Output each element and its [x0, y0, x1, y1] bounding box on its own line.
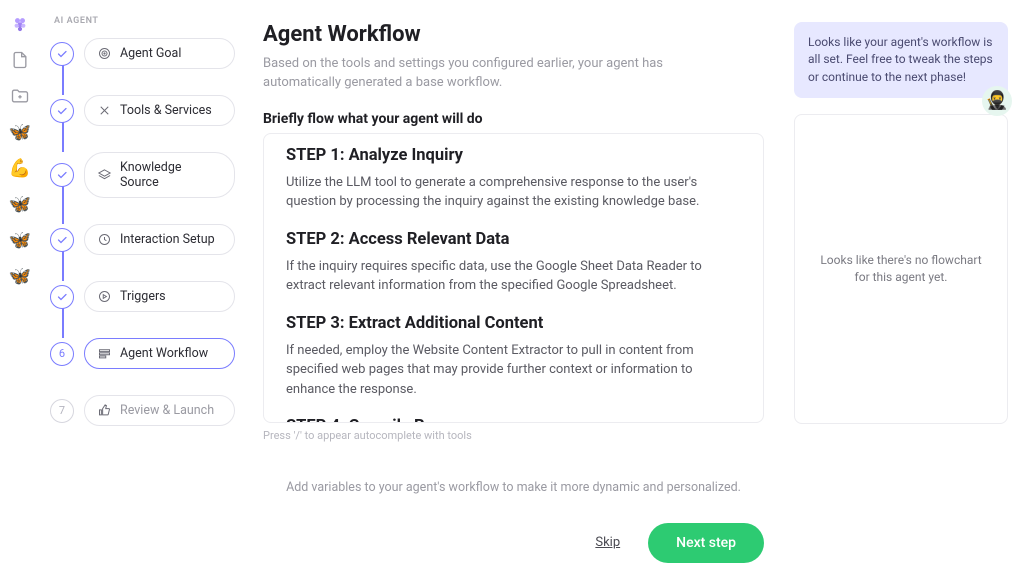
footer-actions: Skip Next step	[263, 523, 764, 583]
arm-icon[interactable]: 💪	[10, 158, 30, 178]
workflow-step-body: Utilize the LLM tool to generate a compr…	[286, 173, 717, 212]
right-panel: Looks like your agent's workflow is all …	[794, 0, 1024, 583]
workflow-step-title: STEP 4: Compile Response	[286, 417, 717, 423]
step-label: Knowledge Source	[120, 160, 222, 190]
folder-add-icon[interactable]	[10, 86, 30, 106]
butterfly-icon-3[interactable]: 🦋	[10, 230, 30, 250]
knowledge-icon	[97, 168, 112, 183]
tools-icon	[97, 103, 112, 118]
step-agent-workflow[interactable]: 6 Agent Workflow	[50, 338, 235, 369]
butterfly-icon-4[interactable]: 🦋	[10, 266, 30, 286]
step-check-icon	[50, 285, 74, 309]
page-title: Agent Workflow	[263, 22, 764, 47]
main-content: Agent Workflow Based on the tools and se…	[235, 0, 794, 583]
step-number-badge: 7	[50, 399, 74, 423]
triggers-icon	[97, 289, 112, 304]
autocomplete-hint: Press '/' to appear autocomplete with to…	[263, 429, 764, 442]
skip-link[interactable]: Skip	[595, 535, 620, 550]
step-triggers[interactable]: Triggers	[50, 281, 235, 312]
butterfly-icon-1[interactable]: 🦋	[10, 122, 30, 142]
document-icon[interactable]	[10, 50, 30, 70]
workflow-icon	[97, 346, 112, 361]
workflow-step-body: If needed, employ the Website Content Ex…	[286, 341, 717, 400]
flowchart-preview: Looks like there's no flowchart for this…	[794, 114, 1008, 424]
step-check-icon	[50, 99, 74, 123]
mascot-avatar-icon: 🥷	[982, 86, 1012, 116]
step-check-icon	[50, 42, 74, 66]
workflow-step-body: If the inquiry requires specific data, u…	[286, 257, 717, 296]
step-label: Agent Workflow	[120, 346, 208, 361]
step-label: Interaction Setup	[120, 232, 215, 247]
flowchart-empty-text: Looks like there's no flowchart for this…	[815, 252, 987, 287]
workflow-step-title: STEP 3: Extract Additional Content	[286, 314, 717, 333]
left-icon-rail: 🦋 💪 🦋 🦋 🦋	[0, 0, 40, 583]
step-number-badge: 6	[50, 342, 74, 366]
step-agent-goal[interactable]: Agent Goal	[50, 38, 235, 69]
toast-text: Looks like your agent's workflow is all …	[808, 35, 993, 84]
next-step-button[interactable]: Next step	[648, 523, 764, 563]
variables-hint: Add variables to your agent's workflow t…	[263, 480, 764, 495]
steps-list: Agent Goal Tools & Services Knowledge So…	[50, 38, 235, 426]
step-label: Agent Goal	[120, 46, 181, 61]
step-interaction-setup[interactable]: Interaction Setup	[50, 224, 235, 255]
target-icon	[97, 46, 112, 61]
brief-flow-label: Briefly flow what your agent will do	[263, 111, 764, 127]
interaction-icon	[97, 232, 112, 247]
step-label: Review & Launch	[120, 403, 214, 418]
workflow-step-title: STEP 2: Access Relevant Data	[286, 230, 717, 249]
butterfly-icon-2[interactable]: 🦋	[10, 194, 30, 214]
steps-sidebar: AI AGENT Agent Goal Tools & Services Kno…	[40, 0, 235, 583]
step-label: Triggers	[120, 289, 166, 304]
step-check-icon	[50, 163, 74, 187]
assistant-toast: Looks like your agent's workflow is all …	[794, 22, 1008, 98]
step-knowledge-source[interactable]: Knowledge Source	[50, 152, 235, 198]
grape-logo-icon[interactable]	[10, 14, 30, 34]
thumbs-up-icon	[97, 403, 112, 418]
step-tools-services[interactable]: Tools & Services	[50, 95, 235, 126]
page-subtitle: Based on the tools and settings you conf…	[263, 55, 723, 93]
steps-section-header: AI AGENT	[54, 16, 235, 26]
step-review-launch[interactable]: 7 Review & Launch	[50, 395, 235, 426]
workflow-step-title: STEP 1: Analyze Inquiry	[286, 146, 717, 165]
workflow-editor[interactable]: STEP 1: Analyze Inquiry Utilize the LLM …	[263, 133, 764, 423]
step-label: Tools & Services	[120, 103, 212, 118]
step-check-icon	[50, 228, 74, 252]
